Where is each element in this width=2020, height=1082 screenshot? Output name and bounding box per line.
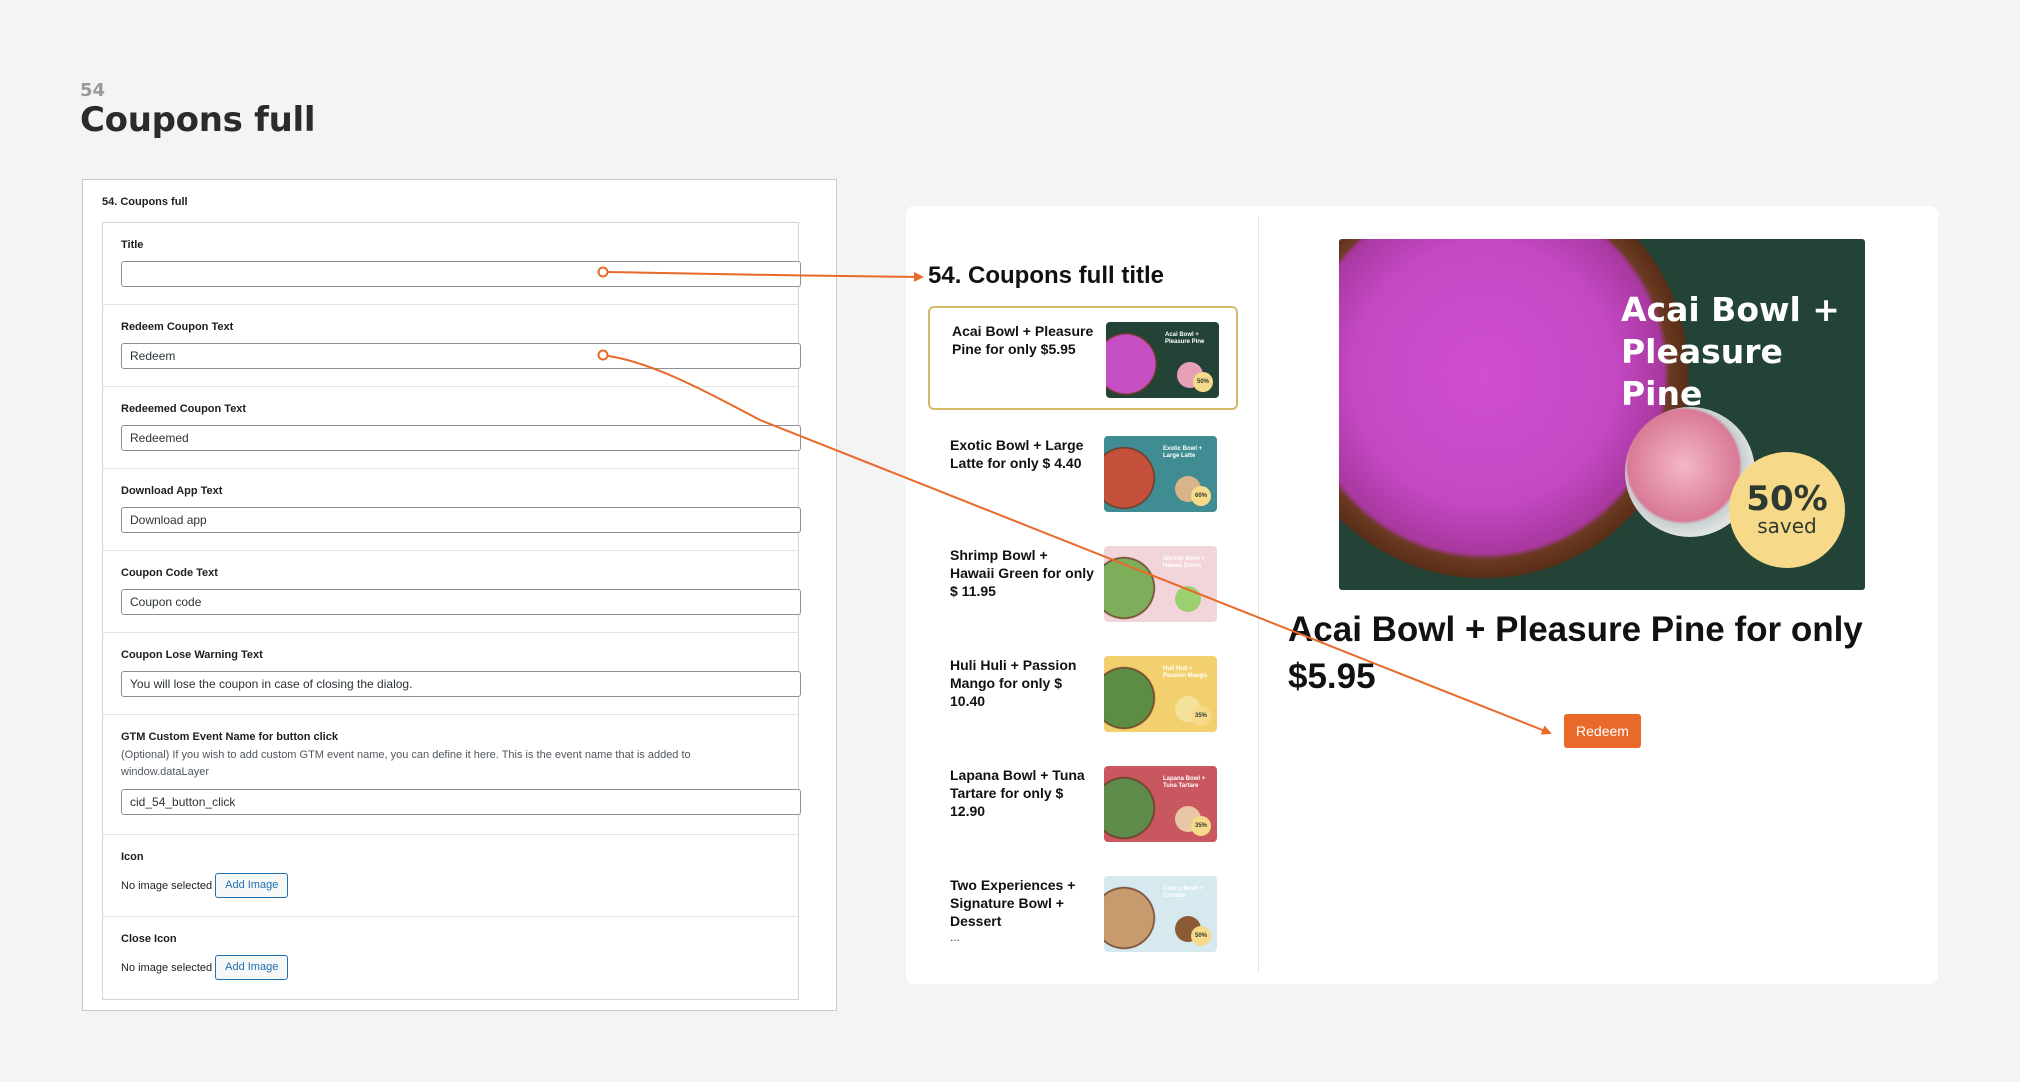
redeem-button[interactable]: Redeem bbox=[1564, 714, 1641, 748]
redeem-text-input[interactable]: Redeem bbox=[121, 343, 801, 369]
title-input[interactable] bbox=[121, 261, 801, 287]
field-label: Redeemed Coupon Text bbox=[121, 403, 247, 415]
download-app-text-input[interactable]: Download app bbox=[121, 507, 801, 533]
image-picker: No image selected Add Image bbox=[121, 873, 780, 898]
field-label: GTM Custom Event Name for button click bbox=[121, 731, 338, 743]
bowl-graphic bbox=[1104, 884, 1158, 952]
coupon-item[interactable]: Exotic Bowl + Large Latte for only $ 4.4… bbox=[928, 422, 1238, 526]
field-coupon-code-text: Coupon Code Text Coupon code bbox=[103, 551, 801, 633]
thumbnail-caption: Lapana Bowl + Tuna Tartare bbox=[1163, 776, 1206, 789]
hero-caption-line: Pleasure Pine bbox=[1621, 332, 1783, 413]
field-coupon-lose-warning: Coupon Lose Warning Text You will lose t… bbox=[103, 633, 801, 715]
savings-badge: 50% saved bbox=[1729, 452, 1845, 568]
coupon-item-text: Acai Bowl + Pleasure Pine for only $5.95 bbox=[952, 323, 1094, 357]
admin-settings-panel: 54. Coupons full Title Redeem Coupon Tex… bbox=[82, 179, 837, 1011]
bowl-graphic bbox=[1104, 554, 1158, 622]
field-label: Close Icon bbox=[121, 933, 177, 945]
field-close-icon: Close Icon No image selected Add Image bbox=[103, 917, 798, 999]
coupon-lose-warning-input[interactable]: You will lose the coupon in case of clos… bbox=[121, 671, 801, 697]
coupon-thumbnail: Lapana Bowl + Tuna Tartare 35% bbox=[1104, 766, 1217, 842]
field-label: Coupon Code Text bbox=[121, 567, 218, 579]
thumbnail-badge: 35% bbox=[1191, 706, 1211, 726]
field-icon: Icon No image selected Add Image bbox=[103, 835, 798, 917]
field-redeem-text: Redeem Coupon Text Redeem bbox=[103, 305, 801, 387]
field-gtm-event: GTM Custom Event Name for button click (… bbox=[103, 715, 801, 835]
hero-caption: Acai Bowl + Pleasure Pine bbox=[1621, 289, 1865, 415]
bowl-graphic bbox=[1104, 664, 1158, 732]
savings-percent: 50% bbox=[1746, 479, 1828, 519]
thumbnail-caption: Exotic Bowl + Large Latte bbox=[1163, 446, 1203, 459]
drink-graphic bbox=[1175, 586, 1201, 612]
coupon-item[interactable]: Huli Huli + Passion Mango for only $ 10.… bbox=[928, 642, 1238, 746]
redeemed-text-input[interactable]: Redeemed bbox=[121, 425, 801, 451]
coupon-item-text: Shrimp Bowl + Hawaii Green for only $ 11… bbox=[950, 547, 1094, 599]
thumbnail-caption: Huli Huli + Passion Mango bbox=[1163, 666, 1208, 679]
coupon-code-text-input[interactable]: Coupon code bbox=[121, 589, 801, 615]
image-status: No image selected bbox=[121, 961, 213, 974]
bowl-graphic bbox=[1104, 444, 1158, 512]
coupon-item-text: Exotic Bowl + Large Latte for only $ 4.4… bbox=[950, 437, 1084, 471]
selected-coupon-title: Acai Bowl + Pleasure Pine for only $5.95 bbox=[1288, 610, 1863, 696]
coupon-item[interactable]: Lapana Bowl + Tuna Tartare for only $ 12… bbox=[928, 752, 1238, 856]
field-label: Coupon Lose Warning Text bbox=[121, 649, 263, 661]
slide-number: 54 bbox=[80, 80, 106, 101]
field-label: Title bbox=[121, 239, 144, 251]
gtm-event-input[interactable]: cid_54_button_click bbox=[121, 789, 801, 815]
settings-fields: Title Redeem Coupon Text Redeem Redeemed… bbox=[102, 222, 801, 1000]
coupon-thumbnail: Choco Bowl + Cortado 50% bbox=[1104, 876, 1217, 952]
bowl-graphic bbox=[1106, 330, 1160, 398]
panel-divider bbox=[1258, 216, 1259, 972]
field-label: Icon bbox=[121, 851, 144, 863]
thumbnail-caption: Acai Bowl + Pleasure Pine bbox=[1165, 332, 1205, 345]
thumbnail-badge: 50% bbox=[1191, 926, 1211, 946]
coupon-item[interactable]: Two Experiences + Signature Bowl + Desse… bbox=[928, 862, 1238, 966]
coupon-item[interactable]: Shrimp Bowl + Hawaii Green for only $ 11… bbox=[928, 532, 1238, 636]
thumbnail-caption: Shrimp Bowl + Hawaii Green bbox=[1163, 556, 1205, 569]
field-redeemed-text: Redeemed Coupon Text Redeemed bbox=[103, 387, 801, 469]
field-label: Redeem Coupon Text bbox=[121, 321, 234, 333]
image-status: No image selected bbox=[121, 879, 213, 892]
field-download-app-text: Download App Text Download app bbox=[103, 469, 801, 551]
coupon-thumbnail: Huli Huli + Passion Mango 35% bbox=[1104, 656, 1217, 732]
coupon-hero-image: Acai Bowl + Pleasure Pine 50% saved bbox=[1339, 239, 1865, 590]
thumbnail-badge: 60% bbox=[1191, 486, 1211, 506]
add-image-button[interactable]: Add Image bbox=[215, 873, 289, 898]
savings-label: saved bbox=[1757, 514, 1817, 538]
preview-title: 54. Coupons full title bbox=[928, 262, 1165, 289]
field-title: Title bbox=[103, 223, 801, 305]
coupon-item-more: ... bbox=[950, 930, 961, 944]
bowl-graphic bbox=[1104, 774, 1158, 842]
hero-caption-line: Acai Bowl + bbox=[1621, 290, 1840, 329]
thumbnail-caption: Choco Bowl + Cortado bbox=[1163, 886, 1203, 899]
add-image-button[interactable]: Add Image bbox=[215, 955, 289, 980]
slide-title: Coupons full bbox=[80, 100, 316, 140]
coupon-preview-panel: 54. Coupons full title Acai Bowl + Pleas… bbox=[906, 206, 1938, 984]
image-picker: No image selected Add Image bbox=[121, 955, 780, 980]
thumbnail-badge: 35% bbox=[1191, 816, 1211, 836]
admin-panel-heading: 54. Coupons full bbox=[102, 196, 188, 208]
coupon-thumbnail: Exotic Bowl + Large Latte 60% bbox=[1104, 436, 1217, 512]
field-description: (Optional) If you wish to add custom GTM… bbox=[121, 749, 691, 778]
coupon-item-text: Lapana Bowl + Tuna Tartare for only $ 12… bbox=[950, 767, 1085, 819]
coupon-item-text: Huli Huli + Passion Mango for only $ 10.… bbox=[950, 657, 1077, 709]
field-label: Download App Text bbox=[121, 485, 223, 497]
coupon-thumbnail: Acai Bowl + Pleasure Pine 50% bbox=[1106, 322, 1219, 398]
coupon-item[interactable]: Acai Bowl + Pleasure Pine for only $5.95… bbox=[928, 306, 1238, 410]
coupon-item-text: Two Experiences + Signature Bowl + Desse… bbox=[950, 877, 1076, 929]
thumbnail-badge: 50% bbox=[1193, 372, 1213, 392]
coupon-thumbnail: Shrimp Bowl + Hawaii Green bbox=[1104, 546, 1217, 622]
